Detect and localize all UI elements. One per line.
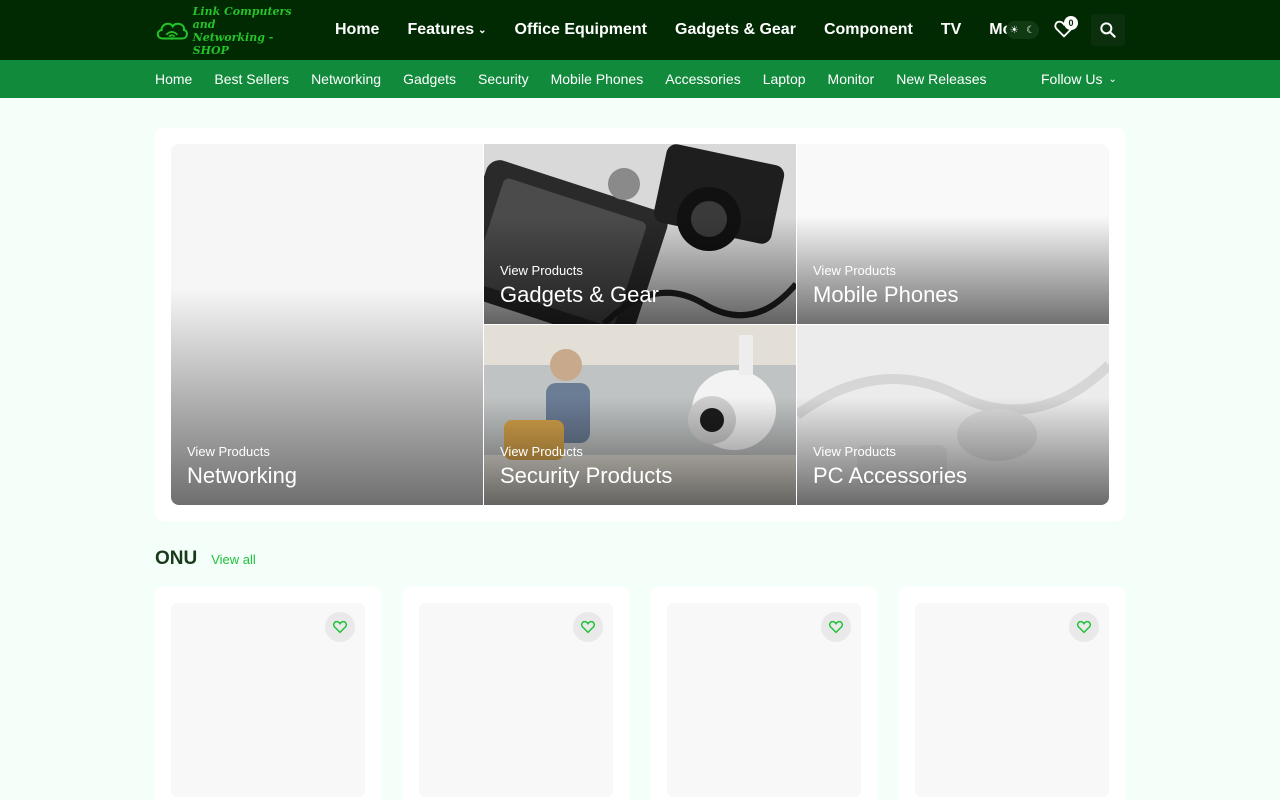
nav-label: TV [940,21,962,38]
category-bar: Home Best Sellers Networking Gadgets Sec… [0,60,1280,98]
subnav-home[interactable]: Home [155,71,192,87]
logo-line-2: Networking - SHOP [192,31,274,57]
nav-home[interactable]: Home [335,21,379,39]
view-all-link[interactable]: View all [211,552,256,567]
tile-caption: View Products Mobile Phones [813,263,959,308]
product-card[interactable] [899,587,1125,800]
nav-label: Office Equipment [514,21,647,38]
moon-icon: ☾ [1026,24,1036,36]
search-button[interactable] [1091,14,1125,46]
tile-title: Security Products [500,463,673,488]
tile-title: Networking [187,463,298,488]
tile-caption: View Products PC Accessories [813,444,967,489]
nav-features[interactable]: Features ⌄ [407,21,486,39]
tile-kicker: View Products [187,444,270,459]
add-to-wishlist-button[interactable] [325,612,355,642]
follow-us-dropdown[interactable]: Follow Us ⌄ [1041,60,1117,98]
top-header: Link Computers and Networking - SHOP Hom… [0,0,1280,60]
heart-icon [828,620,844,634]
product-card[interactable] [155,587,381,800]
nav-label: Features [407,21,475,38]
subnav-best-sellers[interactable]: Best Sellers [214,71,289,87]
featured-tile-pc-accessories[interactable]: View Products PC Accessories [797,325,1109,505]
nav-label: Gadgets & Gear [675,21,796,38]
add-to-wishlist-button[interactable] [1069,612,1099,642]
subnav-networking[interactable]: Networking [311,71,381,87]
tile-title: Mobile Phones [813,282,959,307]
cloud-wifi-logo-icon [156,22,188,40]
site-logo[interactable]: Link Computers and Networking - SHOP [155,5,310,57]
heart-icon [332,620,348,634]
subnav-accessories[interactable]: Accessories [665,71,740,87]
subnav-gadgets[interactable]: Gadgets [403,71,456,87]
featured-categories: View Products Networking View Products G… [155,128,1125,521]
theme-toggle[interactable]: ☀ ☾ [1006,21,1039,39]
section-title: ONU [155,548,198,569]
subnav-laptop[interactable]: Laptop [763,71,806,87]
main-nav: Home Features ⌄ Office Equipment Gadgets … [335,0,1068,60]
nav-label: Component [823,21,913,38]
add-to-wishlist-button[interactable] [573,612,603,642]
tile-kicker: View Products [813,263,896,278]
tile-kicker: View Products [500,444,583,459]
nav-gadgets-gear[interactable]: Gadgets & Gear [675,21,796,39]
featured-tile-mobile-phones[interactable]: View Products Mobile Phones [797,144,1109,324]
subnav-security[interactable]: Security [478,71,529,87]
subnav-mobile-phones[interactable]: Mobile Phones [551,71,644,87]
nav-tv[interactable]: TV [941,21,961,39]
chevron-down-icon: ⌄ [1108,73,1117,85]
chevron-down-icon: ⌄ [478,24,487,36]
tile-caption: View Products Security Products [500,444,672,489]
logo-line-1: Link Computers and [192,5,292,31]
subnav-new-releases[interactable]: New Releases [896,71,986,87]
wishlist-count-badge: 0 [1064,16,1078,30]
featured-tile-gadgets[interactable]: View Products Gadgets & Gear [484,144,796,324]
tile-caption: View Products Networking [187,444,297,489]
add-to-wishlist-button[interactable] [821,612,851,642]
nav-label: Home [335,21,380,38]
logo-text: Link Computers and Networking - SHOP [193,5,310,57]
nav-component[interactable]: Component [824,21,913,39]
nav-office-equipment[interactable]: Office Equipment [515,21,647,39]
sun-icon: ☀ [1009,24,1019,36]
section-header: ONU View all [155,548,256,570]
heart-icon [580,620,596,634]
tile-caption: View Products Gadgets & Gear [500,263,659,308]
tile-title: Gadgets & Gear [500,282,659,307]
featured-tile-security[interactable]: View Products Security Products [484,325,796,505]
follow-us-label: Follow Us [1041,71,1103,87]
product-card[interactable] [403,587,629,800]
search-icon [1100,22,1116,38]
featured-tile-networking[interactable]: View Products Networking [171,144,483,505]
tile-title: PC Accessories [813,463,968,488]
category-nav: Home Best Sellers Networking Gadgets Sec… [155,60,1008,98]
heart-icon [1076,620,1092,634]
product-card[interactable] [651,587,877,800]
subnav-monitor[interactable]: Monitor [828,71,875,87]
tile-kicker: View Products [500,263,583,278]
tile-kicker: View Products [813,444,896,459]
